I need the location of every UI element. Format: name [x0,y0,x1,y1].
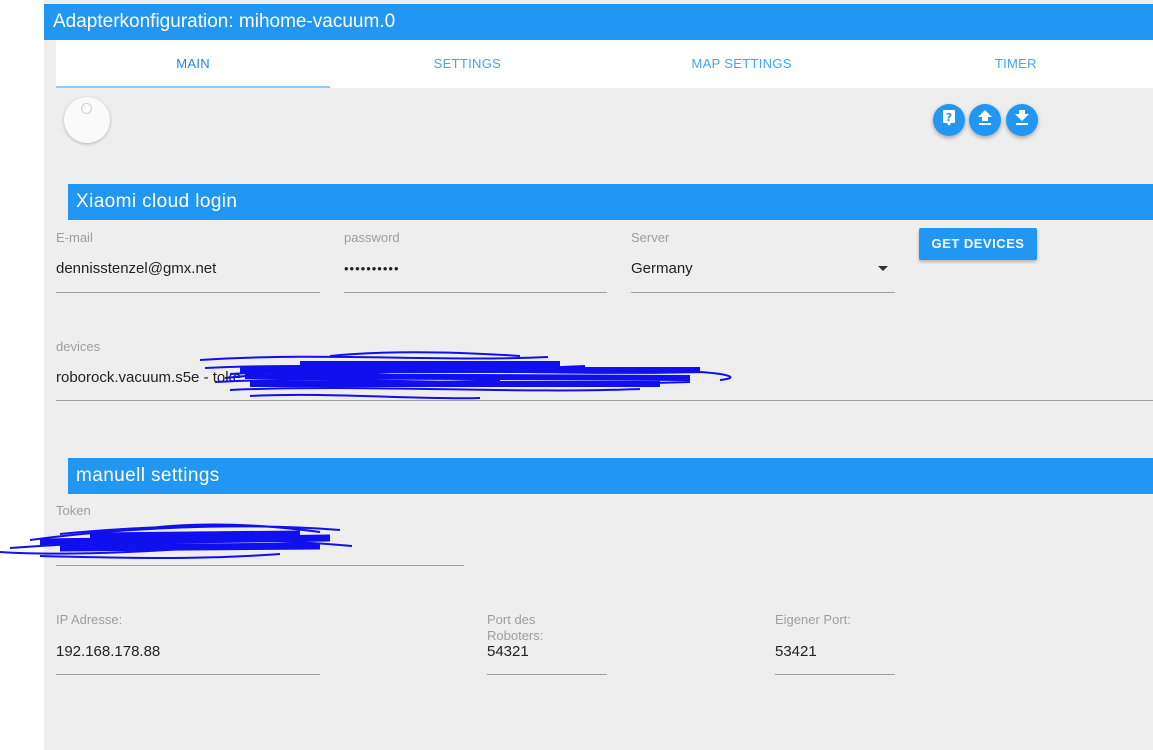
tab-bar: MAIN SETTINGS MAP SETTINGS TIMER [56,40,1153,88]
manual-settings-header: manuell settings [68,458,1153,494]
svg-text:?: ? [946,111,952,124]
token-field[interactable]: Token [56,503,464,567]
robot-port-label: Port des Roboters: [487,612,544,643]
server-value: Germany [631,260,693,277]
devices-label: devices [56,339,101,354]
vacuum-logo [64,97,110,143]
server-label: Server [631,230,670,245]
password-field[interactable]: password •••••••••• [344,230,607,294]
password-label: password [344,230,400,245]
token-label: Token [56,503,91,518]
ip-address-label: IP Adresse: [56,612,123,627]
robot-port-field[interactable]: Port des Roboters: 54321 [487,612,607,676]
own-port-value: 53421 [775,643,817,660]
robot-port-value: 54321 [487,643,529,660]
own-port-field[interactable]: Eigener Port: 53421 [775,612,895,676]
password-value: •••••••••• [344,261,400,276]
download-button[interactable] [1006,104,1038,136]
tab-timer[interactable]: TIMER [879,40,1153,88]
download-icon [1015,110,1029,130]
tab-settings[interactable]: SETTINGS [330,40,604,88]
ip-address-field[interactable]: IP Adresse: 192.168.178.88 [56,612,320,676]
devices-select[interactable]: devices roborock.vacuum.s5e - toke [56,339,1153,403]
devices-value: roborock.vacuum.s5e - toke [56,369,242,386]
get-devices-button[interactable]: GET DEVICES [919,228,1037,260]
email-field[interactable]: E-mail dennisstenzel@gmx.net [56,230,320,294]
help-button[interactable]: ? [933,104,965,136]
chevron-down-icon[interactable] [878,266,888,271]
tab-map-settings[interactable]: MAP SETTINGS [605,40,879,88]
upload-button[interactable] [969,104,1001,136]
upload-icon [978,110,992,130]
window-title: Adapterkonfiguration: mihome-vacuum.0 [44,4,1153,40]
email-label: E-mail [56,230,93,245]
help-icon: ? [942,109,956,131]
cloud-login-header: Xiaomi cloud login [68,184,1153,220]
tab-main[interactable]: MAIN [56,40,331,88]
own-port-label: Eigener Port: [775,612,851,627]
server-select[interactable]: Server Germany [631,230,895,294]
email-value: dennisstenzel@gmx.net [56,260,217,277]
ip-address-value: 192.168.178.88 [56,643,161,660]
